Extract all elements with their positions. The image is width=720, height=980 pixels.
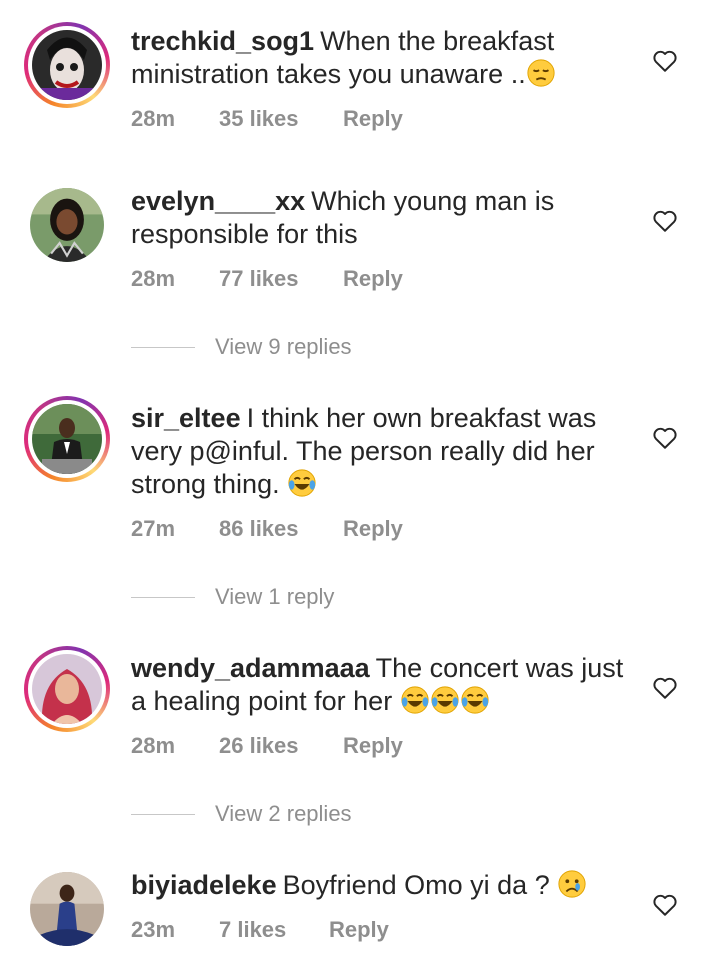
avatar-evelyn-image [30,188,104,262]
view-replies-button[interactable]: View 1 reply [131,584,334,610]
avatar[interactable] [24,396,110,482]
tears-of-joy-emoji [460,685,490,715]
pensive-face-emoji [526,58,556,88]
comment-likes[interactable]: 77 likes [219,266,343,292]
tears-of-joy-emoji [400,685,430,715]
reply-button[interactable]: Reply [343,106,403,132]
view-replies-label[interactable]: View 9 replies [215,334,352,360]
reply-button[interactable]: Reply [343,266,403,292]
comment-time: 28m [131,106,176,131]
comment-likes[interactable]: 26 likes [219,733,343,759]
comment-meta: 23m 7 likes Reply [131,917,389,943]
comment-likes[interactable]: 35 likes [219,106,343,132]
avatar-biyiadeleke-image [30,872,104,946]
heart-outline-icon[interactable] [652,426,678,450]
comment-likes[interactable]: 86 likes [219,516,343,542]
avatar-wendy-image [32,654,102,724]
avatar[interactable] [30,872,104,946]
comment-text: sir_eltee I think her own breakfast was v… [131,402,631,501]
comment-username[interactable]: trechkid_sog1 [131,26,314,56]
reply-button[interactable]: Reply [343,516,403,542]
heart-outline-icon[interactable] [652,676,678,700]
heart-outline-icon[interactable] [652,49,678,73]
tears-of-joy-emoji [430,685,460,715]
reply-button[interactable]: Reply [329,917,389,943]
avatar[interactable] [24,646,110,732]
comment-time: 27m [131,516,176,541]
comment-username[interactable]: wendy_adammaaa [131,653,370,683]
avatar[interactable] [30,188,104,262]
comment-time: 28m [131,266,176,291]
comment-time: 23m [131,917,176,942]
comment-text: wendy_adammaaa The concert was just a hea… [131,652,631,718]
comment-username[interactable]: evelyn____xx [131,186,305,216]
crying-face-emoji [557,869,587,899]
avatar[interactable] [24,22,110,108]
comment-meta: 28m 35 likes Reply [131,106,403,132]
divider-line [131,813,195,815]
comment-text: biyiadeleke Boyfriend Omo yi da ? [131,869,631,902]
comment-text: trechkid_sog1 When the breakfast ministra… [131,25,631,91]
comment-time: 28m [131,733,176,758]
comment-username[interactable]: sir_eltee [131,403,241,433]
comment-meta: 28m 26 likes Reply [131,733,403,759]
comment-meta: 28m 77 likes Reply [131,266,403,292]
heart-outline-icon[interactable] [652,209,678,233]
comment-body: Boyfriend Omo yi da ? [282,870,550,900]
divider-line [131,596,195,598]
heart-outline-icon[interactable] [652,893,678,917]
view-replies-label[interactable]: View 2 replies [215,801,352,827]
comment-meta: 27m 86 likes Reply [131,516,403,542]
divider-line [131,346,195,348]
avatar-joker-image [32,30,102,100]
comment-text: evelyn____xx Which young man is responsib… [131,185,631,251]
avatar-sir-eltee-image [32,404,102,474]
view-replies-button[interactable]: View 9 replies [131,334,352,360]
comment-username[interactable]: biyiadeleke [131,870,277,900]
reply-button[interactable]: Reply [343,733,403,759]
tears-of-joy-emoji [287,468,317,498]
comment-likes[interactable]: 7 likes [219,917,329,943]
view-replies-label[interactable]: View 1 reply [215,584,334,610]
view-replies-button[interactable]: View 2 replies [131,801,352,827]
